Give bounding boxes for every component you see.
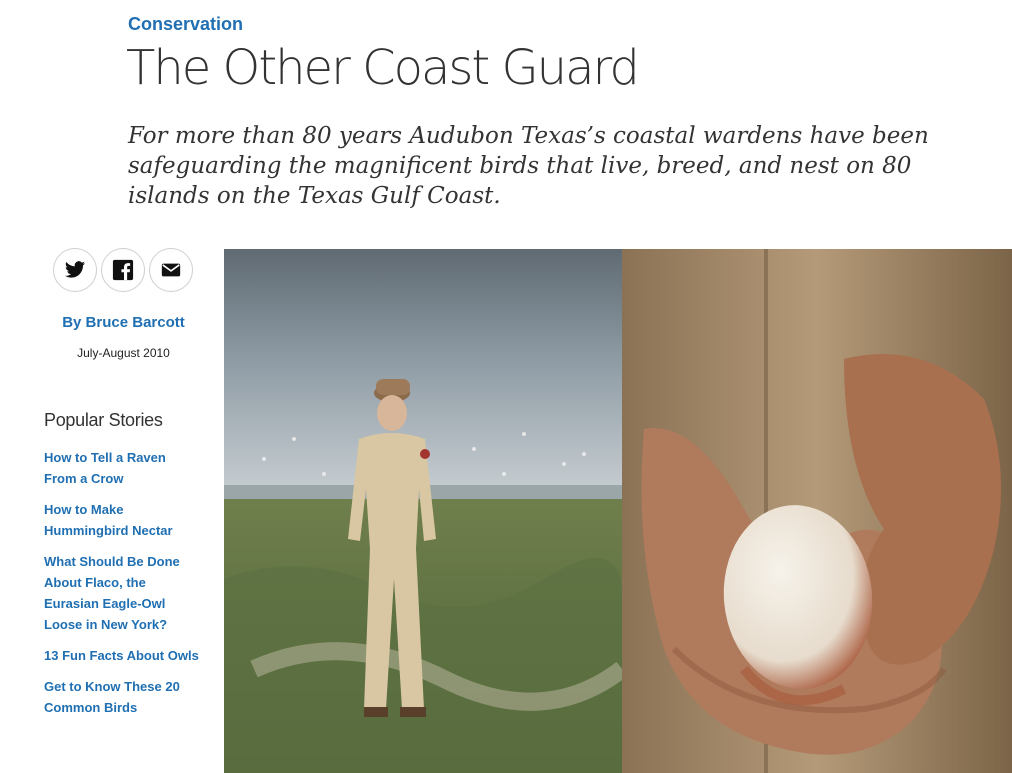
- popular-story-link[interactable]: Get to Know These 20 Common Birds: [44, 676, 189, 718]
- popular-story-link[interactable]: What Should Be Done About Flaco, the Eur…: [44, 551, 189, 635]
- list-item: What Should Be Done About Flaco, the Eur…: [44, 551, 214, 635]
- popular-stories-list: How to Tell a Raven From a Crow How to M…: [44, 447, 214, 728]
- popular-stories-heading: Popular Stories: [44, 410, 163, 430]
- hero-illustration: [224, 249, 1012, 773]
- list-item: How to Make Hummingbird Nectar: [44, 499, 214, 541]
- publish-date: July-August 2010: [77, 346, 170, 360]
- popular-story-link[interactable]: How to Make Hummingbird Nectar: [44, 499, 189, 541]
- email-share-button[interactable]: [149, 248, 193, 292]
- email-icon: [161, 263, 181, 277]
- list-item: 13 Fun Facts About Owls: [44, 645, 214, 666]
- article-title: The Other Coast Guard: [126, 40, 640, 96]
- twitter-icon: [64, 261, 86, 278]
- facebook-icon: [112, 259, 134, 281]
- popular-story-link[interactable]: How to Tell a Raven From a Crow: [44, 447, 174, 489]
- list-item: Get to Know These 20 Common Birds: [44, 676, 214, 718]
- hero-photo: [224, 249, 1012, 773]
- popular-story-link[interactable]: 13 Fun Facts About Owls: [44, 645, 214, 666]
- category-link[interactable]: Conservation: [128, 14, 243, 35]
- article-dek: For more than 80 years Audubon Texas’s c…: [128, 123, 929, 209]
- author-byline[interactable]: By Bruce Barcott: [0, 314, 247, 331]
- facebook-share-button[interactable]: [101, 248, 145, 292]
- twitter-share-button[interactable]: [53, 248, 97, 292]
- list-item: How to Tell a Raven From a Crow: [44, 447, 214, 489]
